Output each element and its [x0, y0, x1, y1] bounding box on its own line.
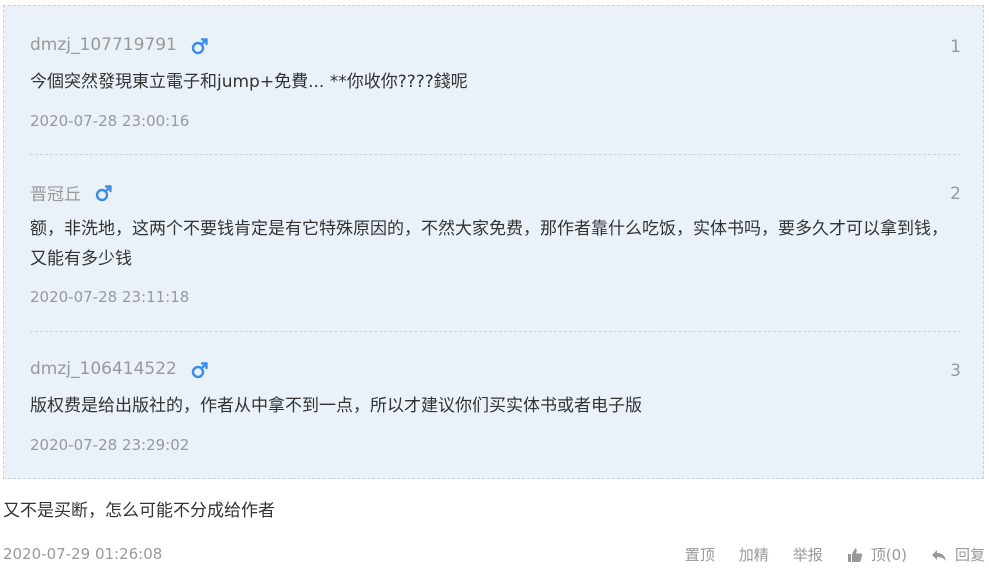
floor-number: 2	[950, 184, 961, 204]
comment-time: 2020-07-28 23:11:18	[30, 288, 190, 306]
male-icon	[191, 38, 208, 55]
feature-button[interactable]: 加精	[739, 544, 769, 565]
comment-user-line: dmzj_106414522	[30, 357, 209, 381]
comment-text: 额，非洗地，这两个不要钱肯定是有它特殊原因的，不然大家免费，那作者靠什么吃饭，实…	[30, 219, 948, 269]
reply-label: 回复	[954, 546, 985, 564]
male-icon	[191, 362, 208, 379]
like-label: 顶(0)	[870, 546, 907, 564]
floor-number: 3	[950, 361, 961, 381]
main-comment-time: 2020-07-29 01:26:08	[3, 545, 163, 563]
comment-user-line: dmzj_107719791	[30, 33, 209, 57]
comment-time: 2020-07-28 23:00:16	[30, 112, 190, 130]
comment-divider	[30, 331, 961, 332]
comment-text: 版权费是给出版社的，作者从中拿不到一点，所以才建议你们买实体书或者电子版	[30, 396, 642, 416]
main-comment-text: 又不是买断，怎么可能不分成给作者	[3, 501, 275, 521]
feature-label: 加精	[738, 546, 769, 564]
pin-button[interactable]: 置顶	[685, 544, 715, 565]
comment-text: 今個突然發現東立電子和jump+免費... **你收你????錢呢	[30, 72, 468, 92]
comment-user-line: 晋冠丘	[30, 180, 113, 205]
comment-username[interactable]: 晋冠丘	[30, 180, 81, 205]
comment-divider	[30, 154, 961, 155]
like-button[interactable]: 顶(0)	[847, 544, 907, 565]
quoted-comments-box: dmzj_107719791 1 今個突然發現東立電子和jump+免費... *…	[3, 5, 984, 479]
reply-icon	[931, 549, 946, 561]
comment-username[interactable]: dmzj_106414522	[30, 359, 177, 379]
pin-label: 置顶	[684, 546, 715, 564]
comment-actions: 置顶 加精 举报 顶(0) 回复	[661, 544, 985, 565]
comment-username[interactable]: dmzj_107719791	[30, 35, 177, 55]
report-label: 举报	[792, 546, 823, 564]
thumbs-up-icon	[847, 548, 863, 562]
male-icon	[95, 185, 112, 202]
floor-number: 1	[950, 37, 961, 57]
report-button[interactable]: 举报	[793, 544, 823, 565]
comment-time: 2020-07-28 23:29:02	[30, 436, 190, 454]
reply-button[interactable]: 回复	[931, 544, 985, 565]
